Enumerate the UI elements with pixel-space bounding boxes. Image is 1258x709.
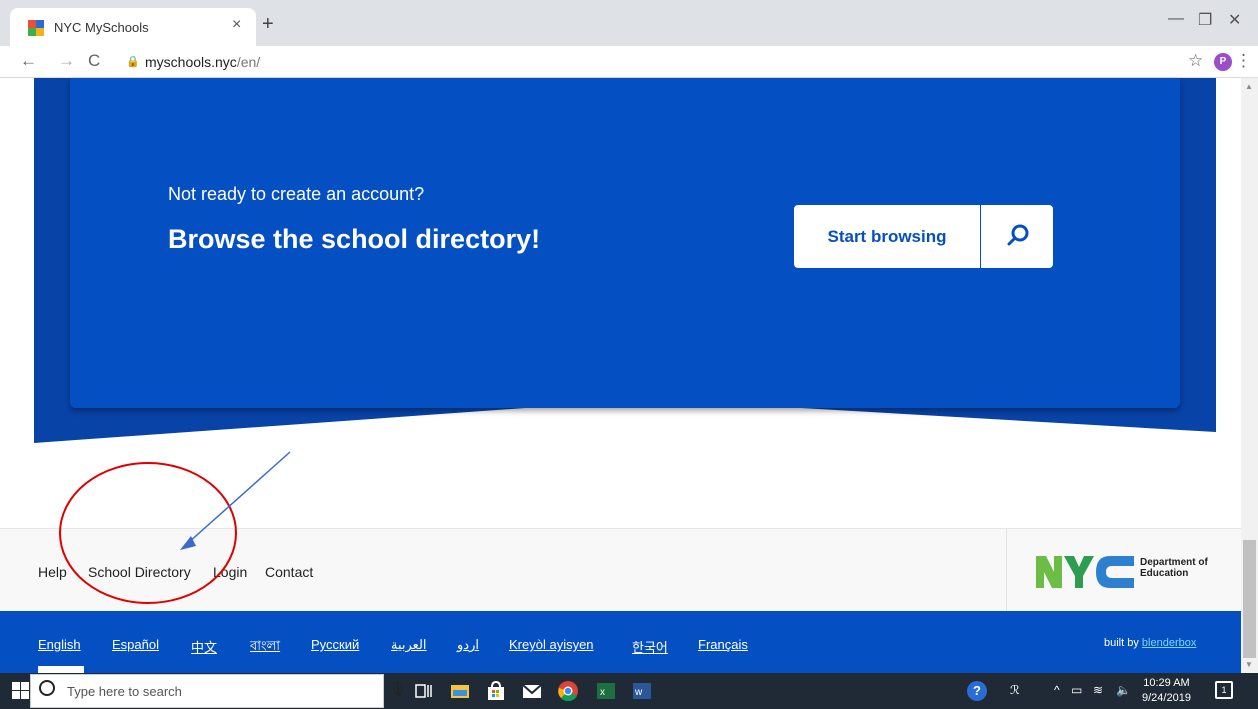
close-tab-icon[interactable]: × bbox=[232, 16, 241, 34]
task-view-icon[interactable] bbox=[413, 680, 435, 702]
myschools-favicon-icon bbox=[28, 20, 44, 36]
mail-icon[interactable] bbox=[521, 680, 543, 702]
taskbar-search-box[interactable]: Type here to search 🎙 bbox=[30, 674, 407, 708]
minimize-icon[interactable]: — bbox=[1168, 10, 1184, 28]
language-bar: English Español 中文 বাংলা Русский العربية… bbox=[0, 611, 1241, 673]
excel-icon[interactable]: x bbox=[595, 680, 617, 702]
file-explorer-icon[interactable] bbox=[449, 680, 471, 702]
start-browsing-button[interactable]: Start browsing bbox=[794, 205, 980, 268]
lang-haitian-creole[interactable]: Kreyòl ayisyen bbox=[509, 637, 594, 652]
word-icon[interactable]: w bbox=[631, 680, 653, 702]
chevron-up-icon[interactable]: ^ bbox=[1054, 683, 1060, 697]
banner-subtitle: Not ready to create an account? bbox=[168, 184, 425, 204]
clock-date: 9/24/2019 bbox=[1142, 692, 1191, 704]
browser-toolbar: ← → C 🔒 myschools.nyc/en/ ☆ P ⋮ bbox=[0, 46, 1258, 78]
tab-title: NYC MySchools bbox=[54, 20, 149, 35]
taskbar-clock[interactable]: 10:29 AM 9/24/2019 bbox=[1142, 676, 1191, 706]
footer-link-school-directory[interactable]: School Directory bbox=[88, 564, 191, 580]
url-host: myschools.nyc bbox=[145, 54, 237, 70]
search-button[interactable] bbox=[981, 205, 1053, 268]
lang-urdu[interactable]: اردو bbox=[457, 637, 479, 653]
wifi-icon[interactable]: ≋ bbox=[1093, 683, 1103, 697]
lang-arabic[interactable]: العربية bbox=[391, 637, 427, 653]
lang-espanol[interactable]: Español bbox=[112, 637, 159, 652]
scrollbar-thumb[interactable] bbox=[1243, 540, 1256, 658]
windows-icon[interactable] bbox=[12, 682, 30, 700]
back-icon[interactable]: ← bbox=[20, 51, 37, 71]
footer-link-login[interactable]: Login bbox=[213, 564, 247, 580]
selected-language-indicator bbox=[38, 666, 84, 673]
close-window-icon[interactable]: ✕ bbox=[1228, 10, 1241, 30]
new-tab-button[interactable]: + bbox=[262, 14, 274, 34]
footer-link-help[interactable]: Help bbox=[38, 564, 67, 580]
browser-tab-bar: NYC MySchools × + — ❐ ✕ bbox=[0, 0, 1258, 46]
search-icon bbox=[1007, 224, 1029, 246]
taskbar-search-placeholder: Type here to search bbox=[67, 684, 182, 699]
profile-avatar[interactable]: P bbox=[1214, 53, 1232, 71]
built-by-prefix: built by bbox=[1104, 637, 1142, 649]
restore-icon[interactable]: ❐ bbox=[1198, 10, 1212, 30]
lang-russian[interactable]: Русский bbox=[311, 637, 359, 652]
scroll-up-icon[interactable]: ▲ bbox=[1245, 82, 1253, 91]
microphone-icon[interactable]: 🎙 bbox=[389, 681, 407, 698]
lang-french[interactable]: Français bbox=[698, 637, 748, 652]
footer-divider bbox=[1006, 529, 1007, 612]
dept-line-1: Department of bbox=[1140, 557, 1208, 568]
lang-korean[interactable]: 한국어 bbox=[632, 637, 668, 656]
built-by-credit: built by blenderbox bbox=[1104, 637, 1196, 649]
volume-icon[interactable]: 🔈 bbox=[1116, 683, 1131, 697]
notification-icon[interactable]: 1 bbox=[1215, 681, 1233, 699]
nyc-logo bbox=[1036, 556, 1134, 588]
svg-text:w: w bbox=[634, 687, 643, 698]
windows-taskbar: Type here to search 🎙 x w ? ℛ ^ ▭ ≋ 🔈 10… bbox=[0, 673, 1258, 709]
star-icon[interactable]: ☆ bbox=[1188, 51, 1203, 71]
site-footer: Help School Directory Login Contact Depa… bbox=[0, 528, 1241, 612]
browser-tab[interactable]: NYC MySchools × bbox=[10, 8, 256, 46]
reload-icon[interactable]: C bbox=[88, 51, 100, 71]
people-icon[interactable]: ℛ bbox=[1010, 683, 1020, 697]
scroll-down-icon[interactable]: ▼ bbox=[1245, 660, 1253, 669]
cortana-icon bbox=[39, 680, 55, 696]
lock-icon: 🔒 bbox=[126, 56, 140, 68]
clock-time: 10:29 AM bbox=[1143, 677, 1190, 689]
browse-directory-banner: Not ready to create an account? Browse t… bbox=[70, 78, 1180, 408]
svg-text:x: x bbox=[600, 687, 605, 698]
menu-icon[interactable]: ⋮ bbox=[1235, 51, 1252, 71]
url-path: /en/ bbox=[236, 54, 261, 70]
department-of-education-label: Department of Education bbox=[1140, 557, 1208, 579]
address-bar[interactable]: myschools.nyc/en/ bbox=[145, 54, 260, 70]
help-icon[interactable]: ? bbox=[967, 681, 987, 701]
footer-link-contact[interactable]: Contact bbox=[265, 564, 313, 580]
forward-icon[interactable]: → bbox=[58, 51, 75, 71]
lang-english[interactable]: English bbox=[38, 637, 81, 652]
blenderbox-link[interactable]: blenderbox bbox=[1142, 637, 1196, 649]
dept-line-2: Education bbox=[1140, 568, 1189, 579]
battery-icon[interactable]: ▭ bbox=[1071, 683, 1082, 697]
store-icon[interactable] bbox=[485, 680, 507, 702]
banner-title: Browse the school directory! bbox=[168, 224, 541, 254]
lang-bengali[interactable]: বাংলা bbox=[250, 637, 280, 658]
lang-chinese[interactable]: 中文 bbox=[191, 637, 217, 656]
chrome-icon[interactable] bbox=[557, 680, 579, 702]
